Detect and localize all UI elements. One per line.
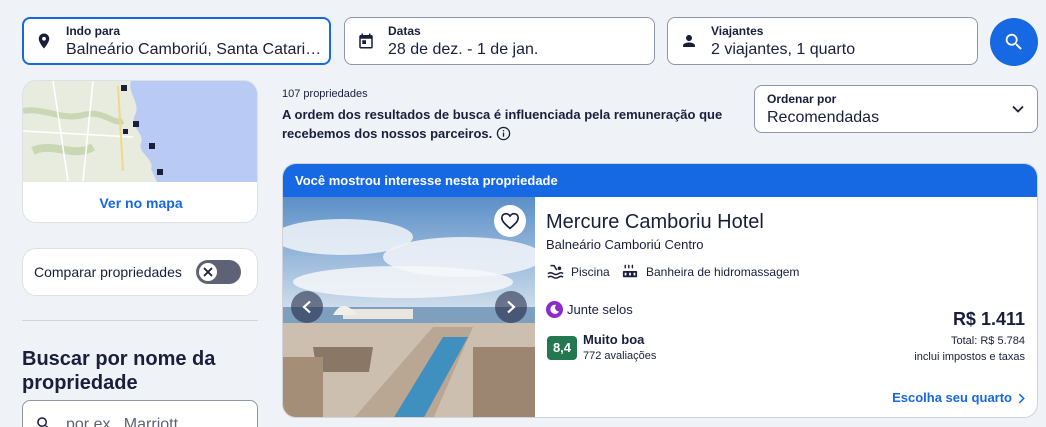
heart-icon (500, 212, 520, 230)
interest-banner: Você mostrou interesse nesta propriedade (283, 164, 1037, 197)
property-name-search-input[interactable]: por ex., Marriott (22, 400, 258, 427)
pool-icon (547, 264, 564, 279)
total-price: Total: R$ 5.784 (951, 335, 1025, 347)
taxes-note: inclui impostos e taxas (914, 351, 1025, 363)
dates-label: Datas (388, 24, 421, 38)
sort-label: Ordenar por (767, 92, 837, 106)
property-photo[interactable] (283, 197, 535, 417)
stamps-icon (546, 301, 563, 318)
dates-field[interactable]: Datas 28 de dez. - 1 de jan. (344, 17, 655, 65)
sort-value: Recomendadas (767, 109, 880, 126)
amenity-pool-label: Piscina (571, 265, 610, 279)
travelers-label: Viajantes (711, 24, 764, 38)
magnifier-icon (1005, 33, 1022, 50)
rating-badge: 8,4 (547, 336, 577, 360)
stamps-label: Junte selos (567, 302, 633, 317)
choose-room-link[interactable]: Escolha seu quarto (892, 390, 1025, 405)
compare-card: Comparar propriedades (22, 248, 258, 296)
travelers-value[interactable]: 2 viajantes, 1 quarto (711, 41, 855, 59)
compare-label: Comparar propriedades (34, 264, 182, 280)
choose-room-label: Escolha seu quarto (892, 390, 1012, 405)
search-icon (37, 417, 49, 427)
chevron-left-icon (302, 300, 311, 314)
travelers-field[interactable]: Viajantes 2 viajantes, 1 quarto (667, 17, 978, 65)
amenity-hot-tub-label: Banheira de hidromassagem (646, 265, 800, 279)
save-favorite-button[interactable] (494, 205, 526, 237)
chevron-down-icon (1012, 105, 1024, 113)
rating-word: Muito boa (583, 332, 645, 347)
results-count: 107 propriedades (282, 88, 368, 100)
ranking-notice: A ordem dos resultados de busca é influe… (282, 105, 752, 143)
map-preview[interactable] (23, 81, 258, 182)
name-search-title: Buscar por nome da propriedade (22, 348, 216, 394)
destination-label: Indo para (66, 24, 121, 38)
nightly-price: R$ 1.411 (952, 309, 1025, 329)
calendar-icon (359, 33, 373, 49)
destination-field[interactable]: Indo para Balneário Camboriú, Santa Cata… (22, 17, 331, 65)
person-icon (683, 35, 695, 47)
toggle-knob (199, 263, 217, 281)
property-card[interactable]: Você mostrou interesse nesta propriedade (282, 163, 1038, 418)
property-name-placeholder: por ex., Marriott (66, 416, 179, 427)
destination-value[interactable]: Balneário Camboriú, Santa Catarina, Bras… (66, 41, 322, 59)
hotel-name[interactable]: Mercure Camboriu Hotel (546, 211, 764, 234)
previous-photo-button[interactable] (291, 291, 323, 323)
dates-value[interactable]: 28 de dez. - 1 de jan. (388, 41, 538, 59)
hot-tub-icon (622, 264, 638, 278)
hotel-area: Balneário Camboriú Centro (546, 237, 704, 252)
chevron-right-icon (1018, 393, 1025, 404)
map-card[interactable]: Ver no mapa (22, 80, 258, 223)
sort-select[interactable]: Ordenar por Recomendadas (754, 85, 1038, 133)
close-icon (203, 267, 213, 277)
sidebar-divider (22, 320, 258, 321)
review-count: 772 avaliações (583, 350, 657, 362)
view-map-link[interactable]: Ver no mapa (23, 195, 257, 211)
next-photo-button[interactable] (495, 291, 527, 323)
compare-toggle[interactable] (196, 260, 241, 284)
search-button[interactable] (990, 18, 1038, 66)
location-pin-icon (38, 33, 50, 49)
info-icon[interactable] (496, 126, 511, 141)
chevron-right-icon (507, 300, 516, 314)
